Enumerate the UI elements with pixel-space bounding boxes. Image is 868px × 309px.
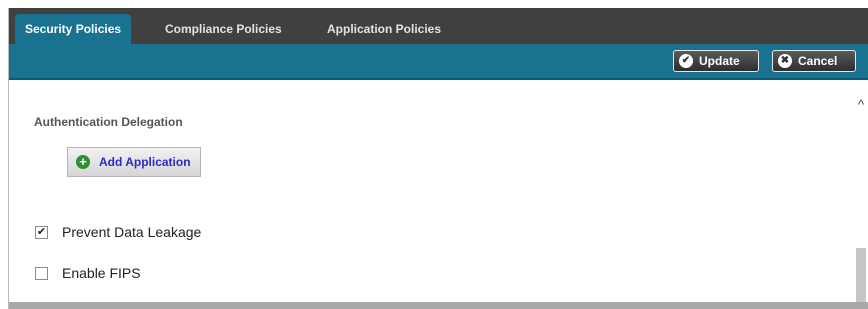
tab-security-policies[interactable]: Security Policies xyxy=(15,14,132,44)
check-circle-icon: ✔ xyxy=(679,54,693,68)
update-button[interactable]: ✔ Update xyxy=(673,50,759,72)
vertical-scrollbar[interactable]: ^ xyxy=(853,80,868,302)
plus-circle-icon: + xyxy=(76,155,90,169)
update-label: Update xyxy=(699,54,740,68)
tab-compliance-policies[interactable]: Compliance Policies xyxy=(165,14,282,44)
enable-fips-label: Enable FIPS xyxy=(62,265,141,281)
enable-fips-checkbox[interactable] xyxy=(35,266,48,280)
x-circle-icon: ✖ xyxy=(778,54,792,68)
policy-content: Authentication Delegation + Add Applicat… xyxy=(9,80,853,302)
horizontal-scrollbar[interactable] xyxy=(9,302,868,309)
section-title: Authentication Delegation xyxy=(34,115,183,129)
prevent-data-leakage-label: Prevent Data Leakage xyxy=(62,224,202,240)
prevent-data-leakage-option[interactable]: ✔ Prevent Data Leakage xyxy=(35,224,201,240)
add-application-label: Add Application xyxy=(99,155,191,169)
cancel-button[interactable]: ✖ Cancel xyxy=(772,50,856,72)
tab-application-policies[interactable]: Application Policies xyxy=(327,14,441,44)
add-application-button[interactable]: + Add Application xyxy=(67,147,201,177)
cancel-label: Cancel xyxy=(798,54,838,68)
policy-panel: Security Policies Compliance Policies Ap… xyxy=(8,8,868,309)
toolbar: ✔ Update ✖ Cancel xyxy=(9,44,868,80)
scroll-up-icon[interactable]: ^ xyxy=(853,98,868,112)
enable-fips-option[interactable]: Enable FIPS xyxy=(35,265,141,281)
tab-bar: Security Policies Compliance Policies Ap… xyxy=(9,8,868,44)
scrollbar-thumb[interactable] xyxy=(856,248,866,302)
prevent-data-leakage-checkbox[interactable]: ✔ xyxy=(35,225,48,239)
